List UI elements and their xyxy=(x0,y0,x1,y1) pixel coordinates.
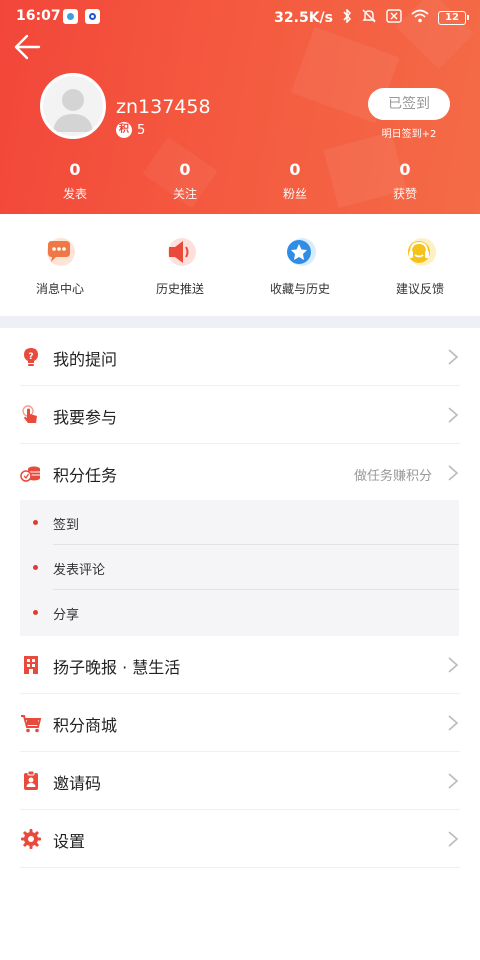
back-arrow-icon xyxy=(14,34,41,60)
chevron-right-icon xyxy=(446,772,460,790)
badge-icon xyxy=(20,770,42,792)
chevron-right-icon xyxy=(446,406,460,424)
quick-action-label: 消息中心 xyxy=(35,282,84,296)
quick-action-history-push[interactable]: 历史推送 xyxy=(125,236,235,297)
status-indicators: 32.5K/s 12 xyxy=(274,8,469,28)
quick-action-favorites[interactable]: 收藏与历史 xyxy=(245,236,355,297)
chevron-right-icon xyxy=(446,464,460,482)
stat-label: 获赞 xyxy=(392,187,417,201)
menu-item-label: 积分商城 xyxy=(53,716,118,735)
chevron-right-icon xyxy=(446,714,460,732)
quick-action-label: 建议反馈 xyxy=(395,282,444,296)
chevron-right-icon xyxy=(446,830,460,848)
task-label: 签到 xyxy=(53,518,80,533)
task-item-share[interactable]: 分享 xyxy=(20,590,459,635)
quick-actions: 消息中心 历史推送 收藏与历史 建议反馈 xyxy=(0,214,480,316)
stat-followers[interactable]: 0 粉丝 xyxy=(255,160,335,202)
task-item-comment[interactable]: 发表评论 xyxy=(20,545,459,590)
broadcast-icon xyxy=(164,236,196,268)
back-button[interactable] xyxy=(12,30,46,64)
menu-item-points-tasks[interactable]: 积分任务 做任务赚积分 xyxy=(20,444,460,502)
task-label: 发表评论 xyxy=(53,563,106,578)
bulb-icon: ? xyxy=(20,346,42,368)
headset-icon xyxy=(404,236,436,268)
bluetooth-icon xyxy=(342,8,352,27)
mute-bell-icon xyxy=(361,8,377,28)
coins-icon xyxy=(20,462,42,484)
status-time: 16:07 xyxy=(16,8,61,24)
tap-icon xyxy=(20,404,42,426)
stat-label: 粉丝 xyxy=(282,187,307,201)
message-icon xyxy=(44,236,76,268)
section-divider xyxy=(0,316,480,328)
points-display[interactable]: 积 5 xyxy=(116,122,145,138)
menu-item-participate[interactable]: 我要参与 xyxy=(20,386,460,444)
bullet-dot xyxy=(33,520,38,525)
task-item-signin[interactable]: 签到 xyxy=(20,500,459,545)
menu-item-label: 积分任务 xyxy=(53,466,118,485)
no-sim-icon xyxy=(386,9,402,27)
username: zn137458 xyxy=(116,96,211,118)
points-badge-icon: 积 xyxy=(116,122,132,138)
signin-button[interactable]: 已签到 xyxy=(368,88,450,120)
quick-action-label: 历史推送 xyxy=(155,282,204,296)
status-bar: 16:07 32.5K/s 12 xyxy=(0,0,480,34)
menu-item-my-questions[interactable]: ? 我的提问 xyxy=(20,328,460,386)
menu-item-settings[interactable]: 设置 xyxy=(20,810,460,868)
quick-action-messages[interactable]: 消息中心 xyxy=(5,236,115,297)
stat-likes[interactable]: 0 获赞 xyxy=(365,160,445,202)
menu-item-label: 邀请码 xyxy=(53,774,102,793)
star-icon xyxy=(284,236,316,268)
menu-item-smart-life[interactable]: 扬子晚报 · 慧生活 xyxy=(20,636,460,694)
menu-item-label: 我的提问 xyxy=(53,350,118,369)
profile-header: 16:07 32.5K/s 12 zn137458 积 5 已签到 明日签到+2… xyxy=(0,0,480,214)
gear-icon xyxy=(20,828,42,850)
task-label: 分享 xyxy=(53,608,80,623)
quick-action-feedback[interactable]: 建议反馈 xyxy=(365,236,475,297)
chevron-right-icon xyxy=(446,348,460,366)
wifi-icon xyxy=(411,9,429,27)
network-speed: 32.5K/s xyxy=(274,10,333,26)
menu-item-points-mall[interactable]: 积分商城 xyxy=(20,694,460,752)
menu-item-label: 我要参与 xyxy=(53,408,118,427)
stat-following[interactable]: 0 关注 xyxy=(145,160,225,202)
stat-value: 0 xyxy=(399,160,411,179)
stat-value: 0 xyxy=(289,160,301,179)
notification-app-icon xyxy=(63,9,78,24)
cart-icon xyxy=(20,712,42,734)
chevron-right-icon xyxy=(446,656,460,674)
stat-label: 关注 xyxy=(172,187,197,201)
stat-posts[interactable]: 0 发表 xyxy=(35,160,115,202)
points-value: 5 xyxy=(137,122,146,138)
default-avatar-icon xyxy=(43,76,103,136)
notification-app-icon xyxy=(85,9,100,24)
bullet-dot xyxy=(33,565,38,570)
building-icon xyxy=(20,654,42,676)
menu-item-hint: 做任务赚积分 xyxy=(353,469,432,484)
bullet-dot xyxy=(33,610,38,615)
menu-item-label: 扬子晚报 · 慧生活 xyxy=(53,658,181,677)
stat-value: 0 xyxy=(179,160,191,179)
points-task-list: 签到 发表评论 分享 xyxy=(20,500,459,636)
menu-item-label: 设置 xyxy=(53,832,86,851)
signin-hint: 明日签到+2 xyxy=(381,129,437,140)
quick-action-label: 收藏与历史 xyxy=(269,282,330,296)
svg-text:?: ? xyxy=(28,352,33,362)
menu-item-invite-code[interactable]: 邀请码 xyxy=(20,752,460,810)
avatar[interactable] xyxy=(40,73,106,139)
stat-value: 0 xyxy=(69,160,81,179)
stat-label: 发表 xyxy=(62,187,87,201)
battery-icon: 12 xyxy=(438,11,469,25)
